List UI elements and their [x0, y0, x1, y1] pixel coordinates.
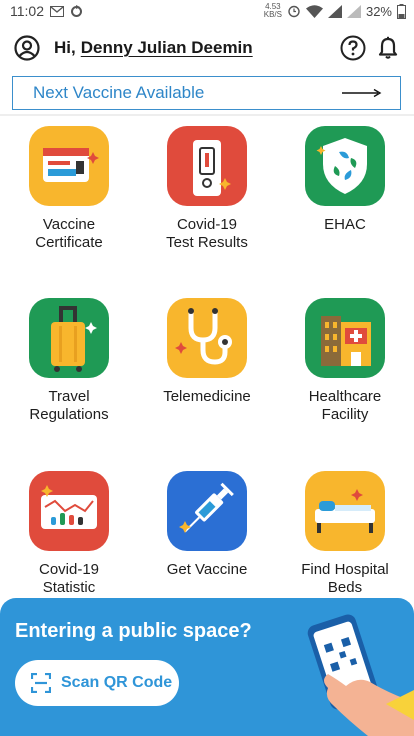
menu-label: Covid-19 Statistic — [38, 561, 100, 596]
app-header: Hi, Denny Julian Deemin — [0, 28, 414, 68]
syringe-icon — [167, 471, 247, 551]
menu-healthcare-facility[interactable]: Healthcare Facility — [276, 298, 414, 424]
menu-vaccine-certificate[interactable]: Vaccine Certificate — [0, 126, 138, 252]
menu-label: Covid-19 Test Results — [166, 216, 248, 251]
scan-qr-button[interactable]: Scan QR Code — [15, 660, 179, 706]
certificate-icon — [29, 126, 109, 206]
network-speed: 4.53 KB/S — [263, 2, 282, 19]
greeting-prefix: Hi, — [54, 38, 76, 57]
status-bar: 11:02 4.53 KB/S 32% — [0, 0, 414, 22]
menu-label: Find Hospital Beds — [301, 561, 389, 596]
hospital-icon — [305, 298, 385, 378]
menu-label: Get Vaccine — [166, 561, 248, 578]
divider — [0, 114, 414, 116]
menu-ehac[interactable]: EHAC — [276, 126, 414, 234]
menu-telemedicine[interactable]: Telemedicine — [138, 298, 276, 406]
hospital-bed-icon — [305, 471, 385, 551]
scan-qr-label: Scan QR Code — [61, 674, 173, 691]
menu-label: EHAC — [324, 216, 366, 233]
next-vaccine-banner[interactable]: Next Vaccine Available — [12, 76, 401, 110]
battery-percent: 32% — [365, 3, 392, 19]
bell-icon[interactable] — [376, 36, 400, 60]
menu-covid-test-results[interactable]: Covid-19 Test Results — [138, 126, 276, 252]
wifi-icon — [305, 4, 323, 18]
signal-icon-2 — [346, 4, 361, 18]
gmail-icon — [50, 5, 64, 17]
scan-panel-title: Entering a public space? — [15, 620, 252, 642]
stethoscope-icon — [167, 298, 247, 378]
shield-icon — [305, 126, 385, 206]
battery-icon — [397, 3, 406, 19]
signal-icon — [327, 4, 342, 18]
statistics-icon — [29, 471, 109, 551]
luggage-icon — [29, 298, 109, 378]
menu-label: Healthcare Facility — [308, 388, 382, 423]
menu-label: Telemedicine — [163, 388, 251, 405]
alarm-icon — [288, 5, 300, 18]
menu-label: Travel Regulations — [29, 388, 109, 423]
menu-covid-statistic[interactable]: Covid-19 Statistic — [0, 471, 138, 597]
status-time: 11:02 — [10, 3, 44, 19]
arrow-right-icon — [342, 88, 382, 98]
next-vaccine-label: Next Vaccine Available — [33, 83, 205, 102]
qr-scan-icon — [31, 673, 51, 693]
menu-label: Vaccine Certificate — [35, 216, 103, 251]
menu-get-vaccine[interactable]: Get Vaccine — [138, 471, 276, 579]
menu-travel-regulations[interactable]: Travel Regulations — [0, 298, 138, 424]
sync-icon — [71, 4, 82, 17]
phone-hand-illustration — [307, 614, 414, 736]
test-kit-icon — [167, 126, 247, 206]
menu-find-hospital-beds[interactable]: Find Hospital Beds — [276, 471, 414, 597]
profile-icon[interactable] — [14, 35, 40, 61]
greeting: Hi, Denny Julian Deemin — [54, 38, 253, 58]
help-icon[interactable] — [340, 35, 366, 61]
user-name[interactable]: Denny Julian Deemin — [81, 38, 253, 58]
scan-qr-panel: Entering a public space? Scan QR Code — [0, 598, 414, 736]
